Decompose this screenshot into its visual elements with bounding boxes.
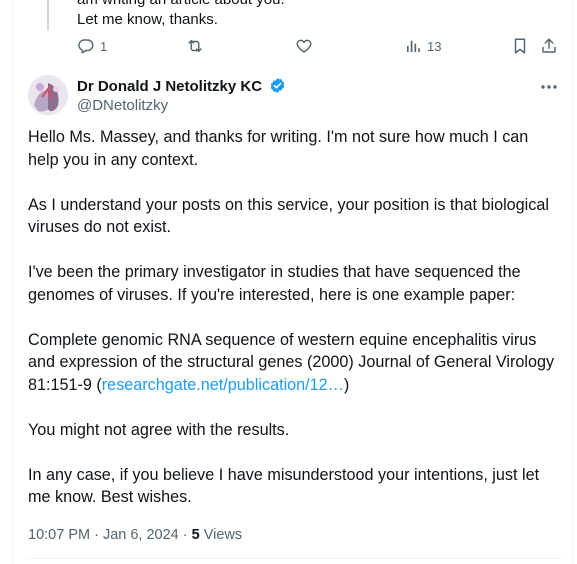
reply-count: 1: [100, 38, 108, 54]
tweet-paragraph: As I understand your posts on this servi…: [28, 195, 549, 237]
parent-tweet-line-1: am writing an article about you.: [77, 0, 285, 10]
tweet-paragraph-citation: Complete genomic RNA sequence of western…: [28, 329, 558, 397]
more-options-icon: [541, 85, 557, 89]
views-label: Views: [203, 527, 243, 543]
parent-tweet-actions: 1 13: [77, 34, 561, 58]
share-icon: [542, 38, 556, 53]
retweet-icon: [188, 40, 202, 52]
views-count: 13: [427, 38, 442, 54]
author-handle[interactable]: @DNetolitzky: [77, 96, 168, 116]
tweet-timestamp[interactable]: 10:07 PM · Jan 6, 2024: [28, 527, 179, 543]
author-name-text: Dr Donald J Netolitzky KC: [77, 78, 263, 95]
avatar[interactable]: [28, 75, 68, 115]
views-icon: [407, 40, 420, 52]
reply-icon: [78, 39, 94, 54]
verified-badge-icon[interactable]: [269, 77, 286, 94]
views-number: 5: [191, 527, 200, 543]
tweet-paragraph: In any case, if you believe I have misun…: [28, 465, 540, 507]
reply-button[interactable]: 1: [77, 34, 107, 58]
like-icon: [296, 39, 312, 53]
tweet-paragraph: You might not agree with the results.: [28, 420, 290, 439]
meta-separator: ·: [182, 527, 188, 543]
like-button[interactable]: [295, 34, 313, 58]
paper-link[interactable]: researchgate.net/publication/12…: [102, 376, 344, 394]
share-button[interactable]: [540, 34, 558, 58]
tweet-body: Hello Ms. Massey, and thanks for writing…: [28, 126, 558, 531]
tweet-paragraph: I've been the primary investigator in st…: [28, 263, 521, 304]
thread-line: [47, 0, 49, 30]
bookmark-icon: [514, 38, 526, 54]
parent-tweet-text: am writing an article about you.Let me k…: [77, 0, 285, 30]
tweet-paragraph: Hello Ms. Massey, and thanks for writing…: [28, 128, 529, 169]
retweet-button[interactable]: [186, 34, 204, 58]
author-display-name[interactable]: Dr Donald J Netolitzky KC: [77, 77, 286, 97]
tweet-metadata: 10:07 PM · Jan 6, 2024 · 5 Views: [28, 525, 242, 545]
divider: [28, 558, 561, 559]
avatar-image: [28, 75, 68, 115]
bookmark-button[interactable]: [511, 34, 529, 58]
more-options-button[interactable]: [538, 78, 560, 96]
views-button[interactable]: 13: [404, 34, 441, 58]
citation-close: ): [343, 375, 350, 394]
parent-tweet-line-2: Let me know, thanks.: [77, 11, 218, 28]
